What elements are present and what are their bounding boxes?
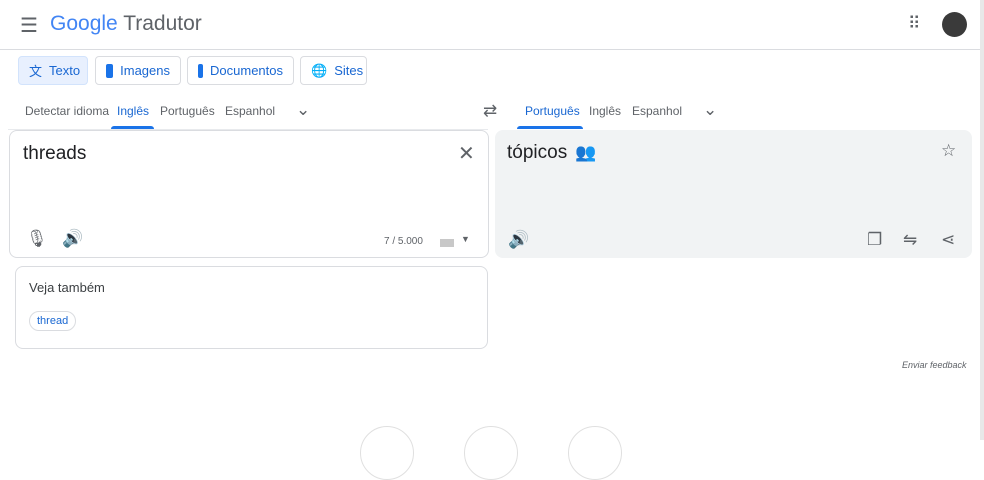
menu-icon[interactable]: ☰: [20, 13, 38, 38]
source-lang-detect[interactable]: Detectar idioma: [25, 104, 109, 118]
source-text-input[interactable]: threads: [23, 143, 86, 165]
caret-down-icon[interactable]: ▼: [461, 234, 470, 244]
header: ☰ Google Tradutor ⠿: [0, 0, 984, 50]
avatar[interactable]: [942, 12, 967, 37]
share-icon[interactable]: ⋖: [941, 230, 955, 250]
target-lang-spanish[interactable]: Espanhol: [632, 104, 682, 118]
selected-underline: [517, 126, 583, 129]
saved-button[interactable]: [464, 426, 518, 480]
mode-images-button[interactable]: Imagens: [95, 56, 181, 85]
send-feedback-link[interactable]: Enviar feedback: [902, 360, 967, 370]
image-icon: [106, 63, 114, 78]
label: Documentos: [210, 63, 283, 78]
translation-text: tópicos: [507, 142, 568, 163]
star-icon[interactable]: ☆: [941, 141, 956, 161]
label: Texto: [49, 63, 81, 78]
contribute-button[interactable]: [568, 426, 622, 480]
swap-icon[interactable]: ⇄: [483, 101, 497, 121]
source-panel: threads ✕ 🎙 🔊 7 / 5.000 ▼: [9, 130, 489, 258]
speaker-icon[interactable]: 🔊: [508, 230, 529, 250]
globe-icon: 🌐: [311, 62, 328, 78]
target-lang-portuguese[interactable]: Português: [525, 104, 580, 118]
speaker-icon[interactable]: 🔊: [62, 229, 83, 249]
chevron-down-icon[interactable]: ⌄: [703, 100, 717, 120]
see-also-title: Veja também: [29, 280, 105, 295]
people-icon[interactable]: 👥: [575, 143, 596, 163]
logo-google: Google: [50, 12, 118, 35]
scrollbar[interactable]: [980, 0, 984, 440]
label: Imagens: [120, 63, 170, 78]
source-lang-portuguese[interactable]: Português: [160, 104, 215, 118]
close-icon[interactable]: ✕: [458, 141, 475, 166]
mode-documents-button[interactable]: Documentos: [187, 56, 294, 85]
apps-icon[interactable]: ⠿: [908, 14, 920, 34]
mode-sites-button[interactable]: 🌐 Sites: [300, 56, 367, 85]
microphone-icon[interactable]: 🎙: [26, 229, 48, 249]
source-lang-spanish[interactable]: Espanhol: [225, 104, 275, 118]
keyboard-icon[interactable]: [440, 239, 454, 247]
char-count: 7 / 5.000: [384, 236, 423, 247]
see-also-card: Veja também thread: [15, 266, 488, 349]
see-also-chip[interactable]: thread: [29, 311, 77, 331]
chevron-down-icon[interactable]: ⌄: [296, 100, 310, 120]
logo-product: Tradutor: [123, 12, 202, 35]
mode-text-button[interactable]: 文 Texto: [18, 56, 88, 85]
copy-icon[interactable]: ❐: [867, 230, 882, 250]
label: Sites: [334, 63, 364, 78]
target-panel: tópicos 👥 ☆ 🔊 ❐ ⇋ ⋖: [495, 130, 972, 258]
history-button[interactable]: [360, 426, 414, 480]
translate-icon: 文: [29, 64, 43, 79]
feedback-rate-icon[interactable]: ⇋: [903, 230, 917, 250]
target-lang-english[interactable]: Inglês: [589, 104, 621, 118]
document-icon: [198, 63, 204, 78]
source-lang-english[interactable]: Inglês: [117, 104, 149, 118]
logo[interactable]: Google Tradutor: [50, 12, 202, 36]
